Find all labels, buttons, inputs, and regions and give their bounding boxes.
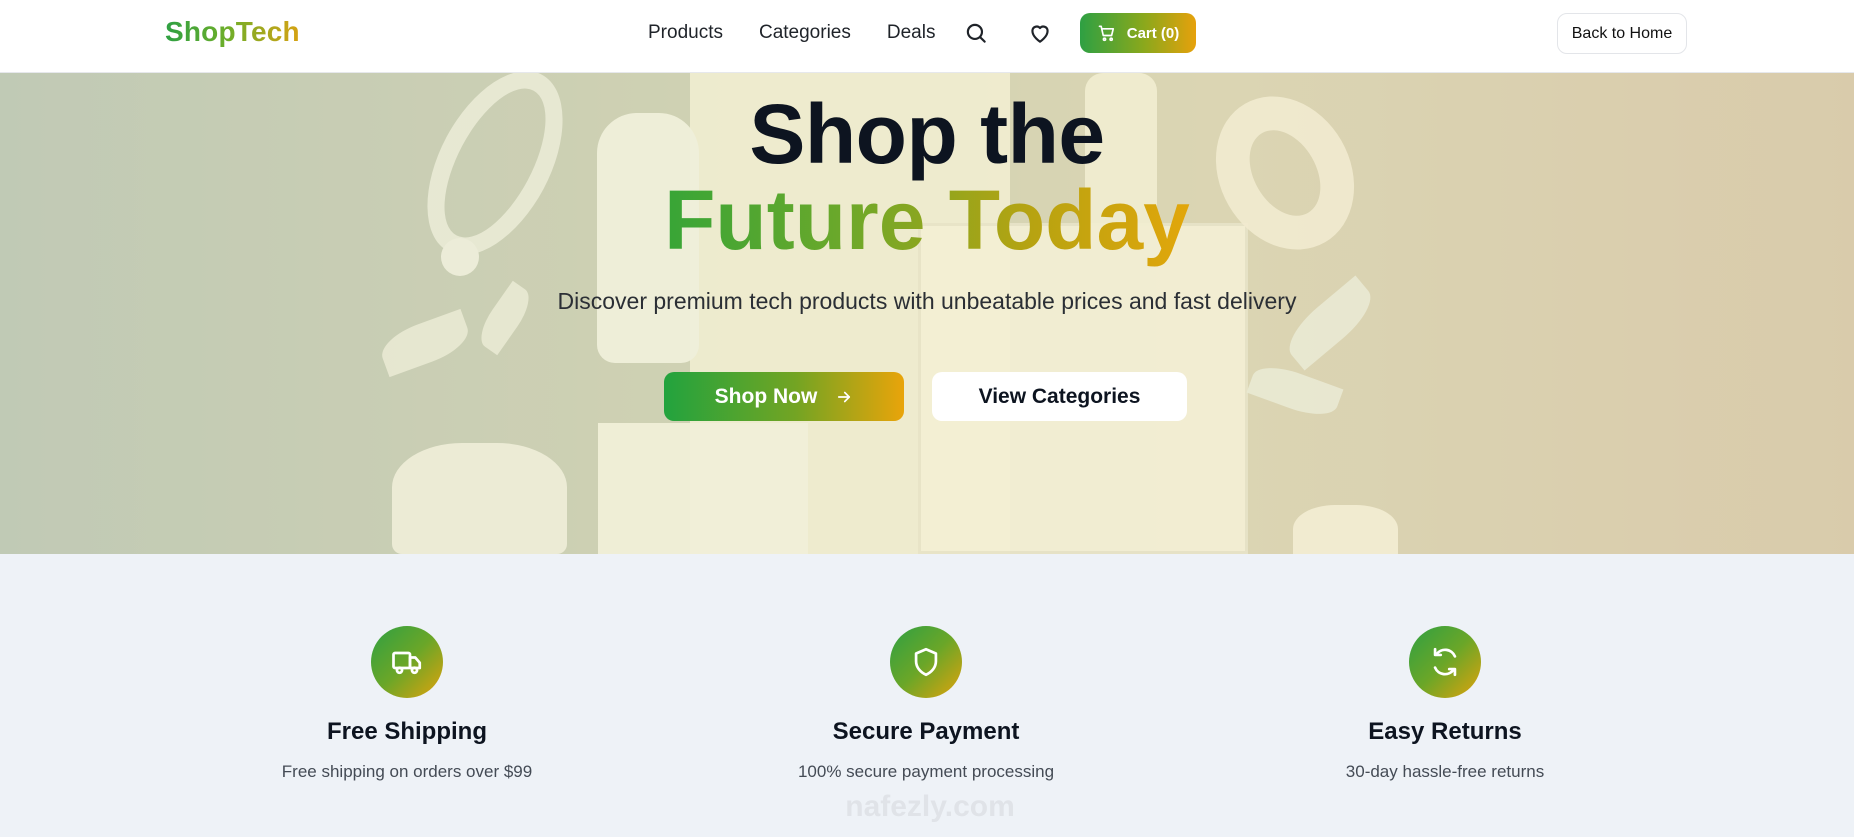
nav-link-categories[interactable]: Categories <box>759 22 851 44</box>
main-nav: Products Categories Deals <box>648 22 935 44</box>
top-navbar: ShopTech Products Categories Deals Cart … <box>0 0 1854 73</box>
heart-icon <box>1031 25 1049 43</box>
shield-icon <box>914 647 938 677</box>
shoptech-logo[interactable]: ShopTech <box>165 16 300 48</box>
cart-icon <box>1098 25 1114 42</box>
feature-description: 100% secure payment processing <box>797 762 1055 781</box>
refresh-icon <box>1433 647 1457 677</box>
feature-description: 30-day hassle-free returns <box>1345 762 1545 781</box>
cart-button[interactable]: Cart (0) <box>1080 13 1196 53</box>
nav-link-products[interactable]: Products <box>648 22 723 44</box>
feature-title: Secure Payment <box>832 718 1020 745</box>
feature-card: Secure Payment 100% secure payment proce… <box>716 626 1136 782</box>
cart-label: Cart (0) <box>1126 24 1180 42</box>
watermark: nafezly.com <box>845 790 1015 823</box>
arrow-right-icon <box>838 391 851 402</box>
truck-icon <box>392 651 422 675</box>
feature-icon-badge <box>890 626 962 698</box>
hero-subtitle: Discover premium tech products with unbe… <box>557 288 1297 314</box>
wishlist-button[interactable] <box>1027 20 1053 46</box>
view-categories-button[interactable]: View Categories <box>932 372 1187 421</box>
shop-now-button[interactable]: Shop Now <box>664 372 904 421</box>
hero-title-line1: Shop the <box>749 87 1105 181</box>
hero-title-gradient-text: Future Today <box>664 173 1190 267</box>
features-section: Free Shipping Free shipping on orders ov… <box>0 554 1854 837</box>
feature-title: Free Shipping <box>326 718 487 745</box>
feature-title: Easy Returns <box>1368 718 1522 745</box>
nav-link-deals[interactable]: Deals <box>887 22 936 44</box>
search-icon <box>966 23 986 43</box>
feature-description: Free shipping on orders over $99 <box>281 762 533 781</box>
hero-section: Shop the Future Today Discover premium t… <box>0 73 1854 554</box>
back-to-home-button[interactable]: Back to Home <box>1557 13 1687 54</box>
hero-title-line2: Future Today <box>0 178 1854 262</box>
shop-now-label: Shop Now <box>714 384 818 408</box>
feature-card: Free Shipping Free shipping on orders ov… <box>197 626 617 782</box>
search-button[interactable] <box>963 20 989 46</box>
feature-icon-badge <box>1409 626 1481 698</box>
feature-icon-badge <box>371 626 443 698</box>
feature-card: Easy Returns 30-day hassle-free returns <box>1235 626 1655 782</box>
